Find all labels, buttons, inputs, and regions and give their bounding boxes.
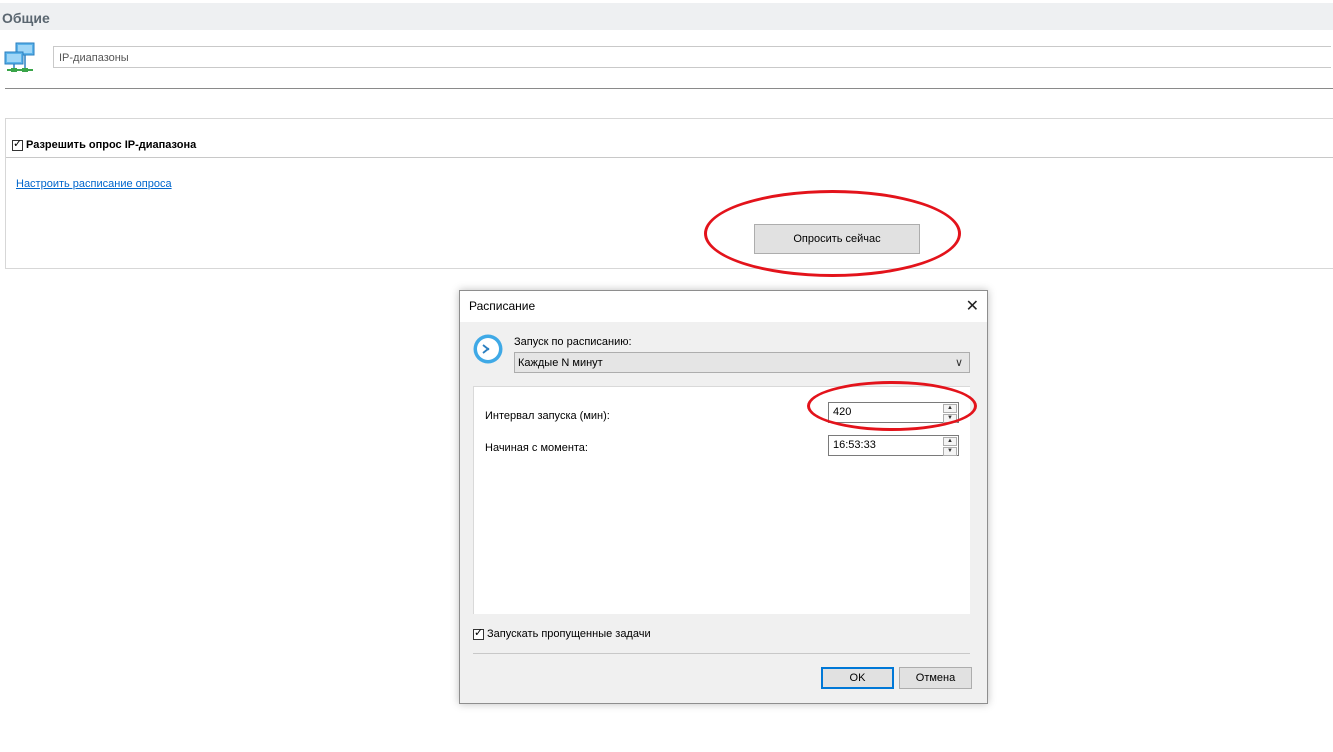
start-time-stepper[interactable]: ▲ ▼ (943, 437, 957, 456)
interval-stepper[interactable]: ▲ ▼ (943, 404, 957, 423)
allow-poll-label[interactable]: Разрешить опрос IP-диапазона (26, 139, 196, 151)
allow-poll-checkbox[interactable]: ✓ (12, 137, 23, 151)
poll-now-button[interactable]: Опросить сейчас (754, 224, 920, 254)
section-header: Общие (0, 3, 1333, 30)
close-icon[interactable]: ✕ (966, 296, 979, 316)
allow-poll-row[interactable]: ✓ Разрешить опрос IP-диапазона (12, 137, 196, 151)
run-missed-label[interactable]: Запускать пропущенные задачи (487, 628, 651, 640)
checkmark-icon: ✓ (474, 626, 484, 639)
chevron-down-icon: ∨ (954, 357, 963, 369)
name-field[interactable]: IP-диапазоны (53, 46, 1331, 68)
start-time-label: Начиная с момента: (485, 442, 588, 454)
spin-up-icon[interactable]: ▲ (943, 437, 957, 446)
divider (6, 157, 1333, 158)
section-title: Общие (2, 10, 50, 26)
schedule-dialog: Расписание ✕ Запуск по расписанию: Кажды… (459, 290, 988, 704)
spin-up-icon[interactable]: ▲ (943, 404, 957, 413)
start-time-input[interactable]: 16:53:33 ▲ ▼ (828, 435, 959, 456)
run-missed-row[interactable]: ✓ Запускать пропущенные задачи (473, 626, 651, 640)
spin-down-icon[interactable]: ▼ (943, 414, 957, 423)
configure-schedule-link[interactable]: Настроить расписание опроса (16, 178, 172, 190)
schedule-label: Запуск по расписанию: (514, 336, 632, 348)
schedule-parameters-panel: Интервал запуска (мин): 420 ▲ ▼ Начиная … (473, 386, 970, 614)
schedule-type-select[interactable]: Каждые N минут ∨ (514, 352, 970, 373)
interval-value: 420 (833, 406, 852, 418)
run-missed-checkbox[interactable]: ✓ (473, 626, 484, 640)
ok-button[interactable]: OK (821, 667, 894, 689)
network-computers-icon (4, 42, 35, 72)
divider (5, 88, 1333, 89)
dialog-titlebar: Расписание ✕ (460, 291, 987, 322)
interval-label: Интервал запуска (мин): (485, 410, 610, 422)
interval-input[interactable]: 420 ▲ ▼ (828, 402, 959, 423)
checkmark-icon: ✓ (13, 137, 23, 150)
divider (473, 653, 970, 654)
start-time-value: 16:53:33 (833, 439, 876, 451)
spin-down-icon[interactable]: ▼ (943, 447, 957, 456)
poll-settings-panel: ✓ Разрешить опрос IP-диапазона Настроить… (5, 118, 1333, 269)
cancel-button[interactable]: Отмена (899, 667, 972, 689)
schedule-type-value: Каждые N минут (518, 357, 603, 369)
dialog-title: Расписание (469, 299, 536, 313)
clock-icon (473, 334, 503, 364)
